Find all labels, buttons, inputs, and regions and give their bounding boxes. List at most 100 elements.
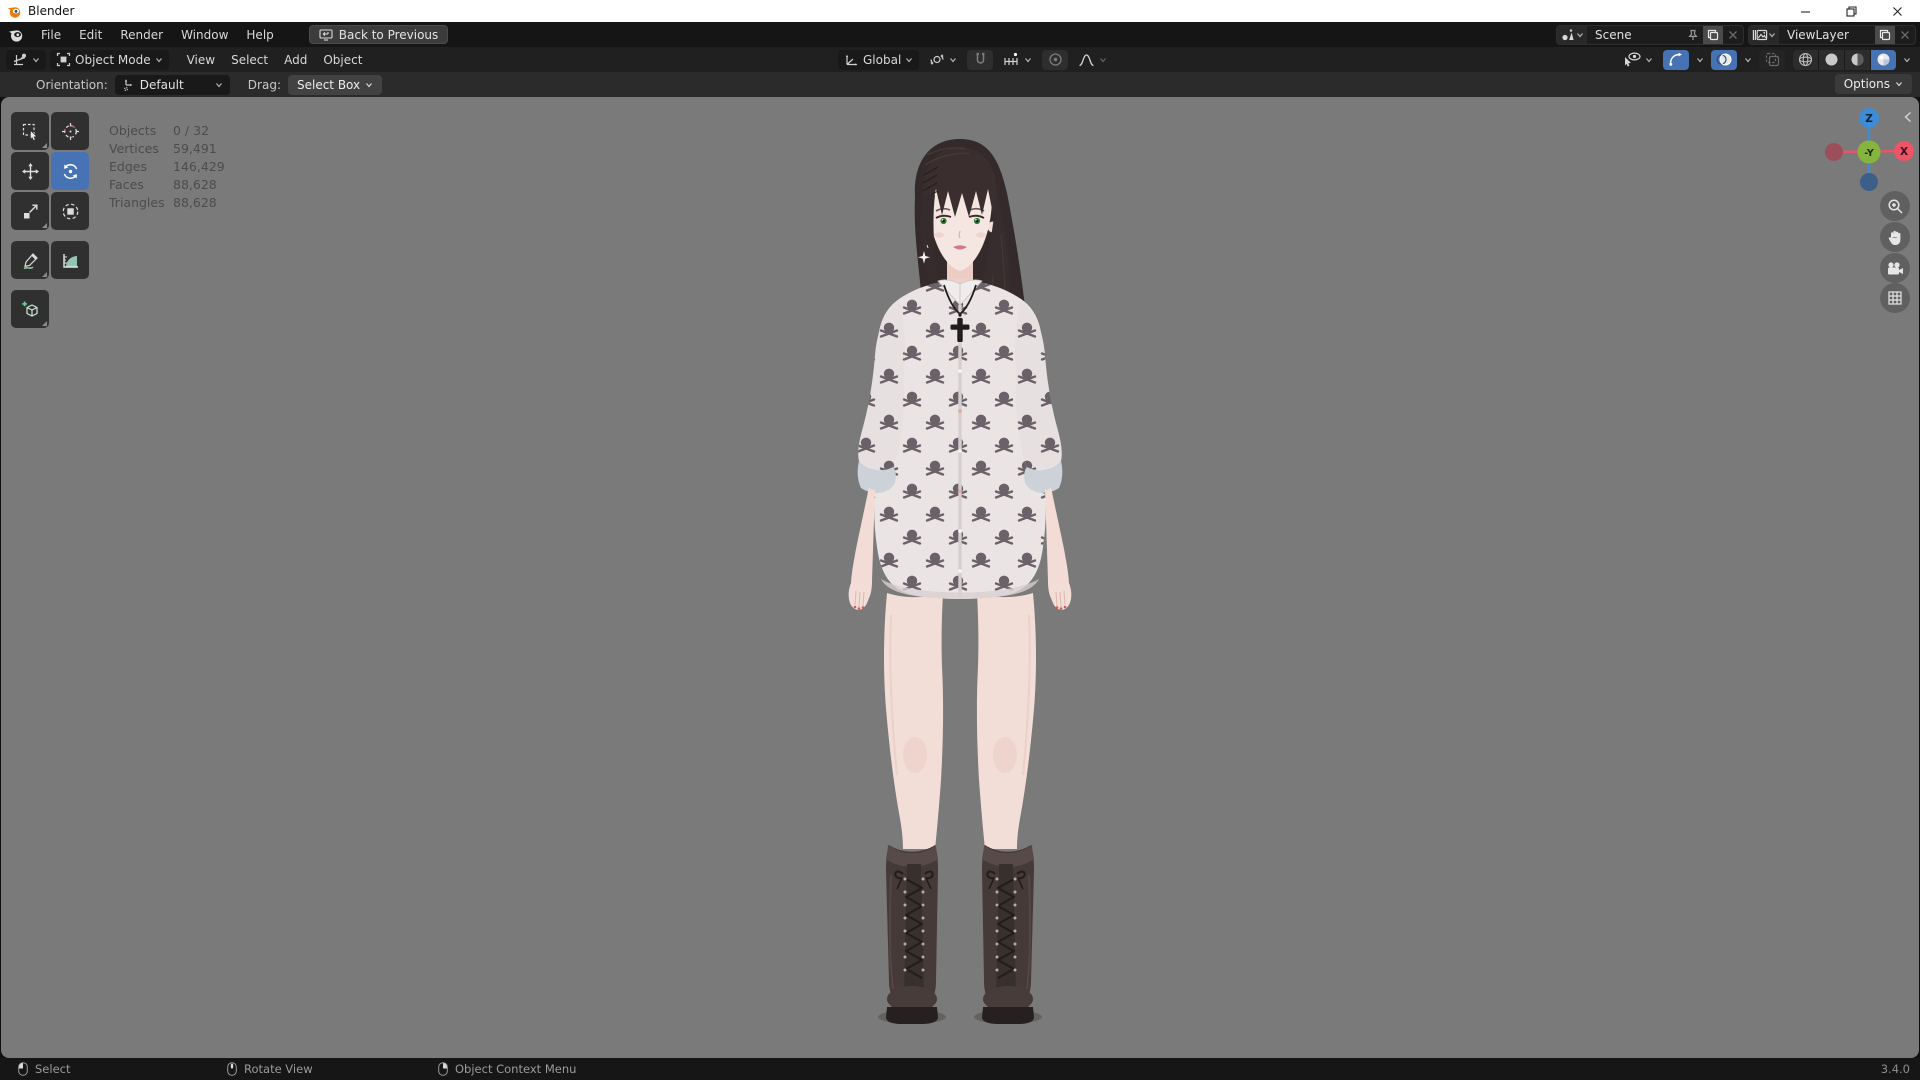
stat-label: Edges bbox=[109, 158, 165, 176]
proportional-editing-toggle[interactable] bbox=[1042, 50, 1068, 70]
chevron-down-icon bbox=[949, 56, 957, 64]
menu-help[interactable]: Help bbox=[237, 25, 282, 45]
xray-toggle[interactable] bbox=[1759, 50, 1785, 70]
show-gizmo-toggle[interactable] bbox=[1663, 50, 1689, 70]
mode-dropdown[interactable]: Object Mode bbox=[50, 50, 169, 70]
orientation-dropdown[interactable]: Default bbox=[115, 75, 230, 95]
tool-rotate[interactable] bbox=[51, 152, 89, 190]
view-layer-icon bbox=[1752, 28, 1768, 42]
browse-view-layer-button[interactable] bbox=[1749, 26, 1779, 44]
blender-logo-icon bbox=[7, 4, 22, 19]
stat-label: Vertices bbox=[109, 140, 165, 158]
menu-object[interactable]: Object bbox=[315, 50, 370, 70]
orientation-axes-icon bbox=[844, 53, 859, 67]
status-hint-rotate-view: Rotate View bbox=[227, 1058, 313, 1080]
cursor-orientation-icon bbox=[122, 78, 135, 92]
blender-version: 3.4.0 bbox=[1881, 1058, 1910, 1080]
delete-scene-button[interactable] bbox=[1723, 26, 1743, 44]
view-layer-name[interactable]: ViewLayer bbox=[1779, 28, 1875, 42]
shading-mode-group bbox=[1793, 50, 1896, 70]
tool-cursor[interactable] bbox=[51, 112, 89, 150]
view-layer-selector: ViewLayer bbox=[1748, 25, 1916, 45]
overlays-options-dropdown[interactable] bbox=[1741, 50, 1755, 70]
pan-view-button[interactable] bbox=[1880, 222, 1910, 252]
wireframe-sphere-icon bbox=[1798, 52, 1813, 67]
menu-select[interactable]: Select bbox=[223, 50, 276, 70]
camera-icon bbox=[1886, 261, 1904, 276]
chevron-down-icon bbox=[1099, 56, 1107, 64]
close-button[interactable] bbox=[1874, 0, 1920, 22]
gizmo-options-dropdown[interactable] bbox=[1693, 50, 1707, 70]
axis-front-ball[interactable]: -Y bbox=[1858, 141, 1881, 164]
tool-select-box[interactable] bbox=[11, 112, 49, 150]
minimize-button[interactable] bbox=[1782, 0, 1828, 22]
shading-options-dropdown[interactable] bbox=[1900, 50, 1914, 70]
shading-wireframe-button[interactable] bbox=[1793, 50, 1818, 70]
tool-scale[interactable] bbox=[11, 192, 49, 230]
pin-scene-button[interactable] bbox=[1683, 26, 1703, 44]
editor-type-button[interactable] bbox=[6, 50, 46, 70]
window-title: Blender bbox=[28, 4, 75, 18]
blender-menu-icon[interactable] bbox=[8, 27, 24, 43]
axis-x-ball[interactable]: X bbox=[1894, 141, 1914, 161]
boot-left[interactable] bbox=[886, 845, 938, 1024]
tool-more-indicator bbox=[42, 143, 47, 148]
show-overlays-toggle[interactable] bbox=[1711, 50, 1737, 70]
drag-dropdown[interactable]: Select Box bbox=[288, 75, 382, 95]
chevron-down-icon bbox=[1895, 80, 1903, 88]
editor-3d-viewport-icon bbox=[12, 52, 28, 67]
new-view-layer-button[interactable] bbox=[1875, 26, 1895, 44]
menu-render[interactable]: Render bbox=[111, 25, 172, 45]
proportional-falloff-dropdown[interactable] bbox=[1072, 50, 1113, 70]
pivot-point-dropdown[interactable] bbox=[923, 50, 963, 70]
snap-toggle[interactable] bbox=[967, 50, 993, 70]
axis-z-ball[interactable]: Z bbox=[1859, 108, 1879, 128]
camera-view-button[interactable] bbox=[1880, 253, 1910, 283]
menu-add[interactable]: Add bbox=[276, 50, 315, 70]
pin-icon bbox=[1687, 29, 1699, 41]
menu-window[interactable]: Window bbox=[172, 25, 237, 45]
tool-measure[interactable] bbox=[51, 241, 89, 279]
chevron-down-icon bbox=[905, 56, 913, 64]
snap-target-dropdown[interactable] bbox=[997, 50, 1038, 70]
grid-ortho-icon bbox=[1887, 290, 1903, 306]
delete-view-layer-button[interactable] bbox=[1895, 26, 1915, 44]
options-dropdown[interactable]: Options bbox=[1835, 74, 1912, 94]
svg-text:-Y: -Y bbox=[1864, 148, 1874, 159]
menu-edit[interactable]: Edit bbox=[70, 25, 111, 45]
shading-material-button[interactable] bbox=[1845, 50, 1870, 70]
tool-more-indicator bbox=[42, 223, 47, 228]
tool-add-cube[interactable] bbox=[11, 290, 49, 328]
browse-scene-button[interactable] bbox=[1557, 26, 1587, 44]
axis-negx-ball[interactable] bbox=[1825, 143, 1843, 161]
tool-move[interactable] bbox=[11, 152, 49, 190]
restore-button[interactable] bbox=[1828, 0, 1874, 22]
stat-value: 88,628 bbox=[173, 194, 217, 212]
shading-solid-button[interactable] bbox=[1819, 50, 1844, 70]
status-bar: Select Rotate View Object Context Menu 3… bbox=[0, 1058, 1920, 1080]
axis-negz-ball[interactable] bbox=[1860, 173, 1878, 191]
back-to-previous-button[interactable]: Back to Previous bbox=[309, 25, 449, 44]
character-model[interactable] bbox=[831, 135, 1091, 1035]
tool-annotate[interactable] bbox=[11, 241, 49, 279]
overlays-icon bbox=[1716, 52, 1732, 67]
scene-statistics: Objects0 / 32 Vertices59,491 Edges146,42… bbox=[109, 122, 225, 212]
tool-transform[interactable] bbox=[51, 192, 89, 230]
scene-selector: Scene bbox=[1556, 25, 1744, 45]
menu-file[interactable]: File bbox=[32, 25, 70, 45]
object-visibility-dropdown[interactable] bbox=[1617, 50, 1659, 70]
stat-label: Objects bbox=[109, 122, 165, 140]
zoom-view-button[interactable] bbox=[1880, 191, 1910, 221]
sidebar-toggle-icon[interactable] bbox=[1904, 111, 1912, 123]
boot-right[interactable] bbox=[982, 845, 1034, 1024]
shading-rendered-button[interactable] bbox=[1871, 50, 1896, 70]
arm-right bbox=[1045, 487, 1071, 610]
perspective-toggle-button[interactable] bbox=[1880, 283, 1910, 313]
scene-name[interactable]: Scene bbox=[1587, 28, 1683, 42]
stat-label: Faces bbox=[109, 176, 165, 194]
transform-orientation-dropdown[interactable]: Global bbox=[838, 50, 919, 70]
drag-label: Drag: bbox=[248, 78, 281, 92]
viewport-canvas[interactable]: Objects0 / 32 Vertices59,491 Edges146,42… bbox=[1, 97, 1919, 1058]
new-scene-button[interactable] bbox=[1703, 26, 1723, 44]
menu-view[interactable]: View bbox=[179, 50, 223, 70]
